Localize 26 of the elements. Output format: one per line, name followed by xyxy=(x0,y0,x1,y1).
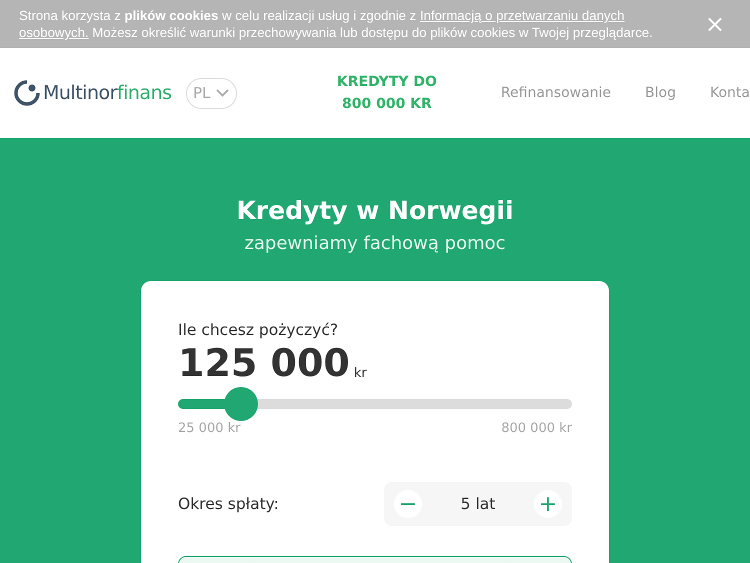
promo-text: 800 000 KR xyxy=(342,96,432,112)
language-select[interactable]: PL xyxy=(186,78,237,108)
decrease-button[interactable]: − xyxy=(394,490,422,518)
close-button[interactable]: × xyxy=(698,10,731,38)
slider-track[interactable] xyxy=(178,399,572,409)
chevron-down-icon xyxy=(216,89,230,97)
privacy-policy-link[interactable]: Informacją o przetwarzaniu danych xyxy=(420,8,624,23)
period-value: 5 lat xyxy=(460,495,496,513)
privacy-policy-link[interactable]: osobowych. xyxy=(19,25,89,40)
nav-link[interactable]: Refinansowanie xyxy=(500,85,612,101)
hero-subtitle: zapewniamy fachową pomoc xyxy=(244,233,506,254)
amount-question: Ile chcesz pożyczyć? xyxy=(178,321,340,339)
increase-button[interactable]: + xyxy=(534,490,562,518)
period-label: Okres spłaty: xyxy=(178,495,279,513)
nav-link[interactable]: Blog xyxy=(645,85,676,101)
logo-text: Multinorfinans xyxy=(43,82,172,104)
max-amount: 800 000 kr xyxy=(501,421,572,436)
logo-icon xyxy=(14,80,40,106)
hero-title: Kredyty w Norwegii xyxy=(236,196,514,225)
currency-label: kr xyxy=(354,366,367,383)
min-amount: 25 000 kr xyxy=(178,421,240,436)
loan-amount: 125 000 xyxy=(178,341,350,385)
slider-thumb[interactable] xyxy=(224,387,258,421)
cookie-notice: Strona korzysta z plików cookies w celu realizacji usług i zgodnie z Informacją o przetwarzaniu danych osobowych. Możesz określić warunki przechowywania lub dostępu do plików cookies w Twojej przeglądarce. xyxy=(19,7,654,41)
promo-text: KREDYTY DO xyxy=(336,74,437,90)
nav-link[interactable]: Konta xyxy=(710,85,750,101)
